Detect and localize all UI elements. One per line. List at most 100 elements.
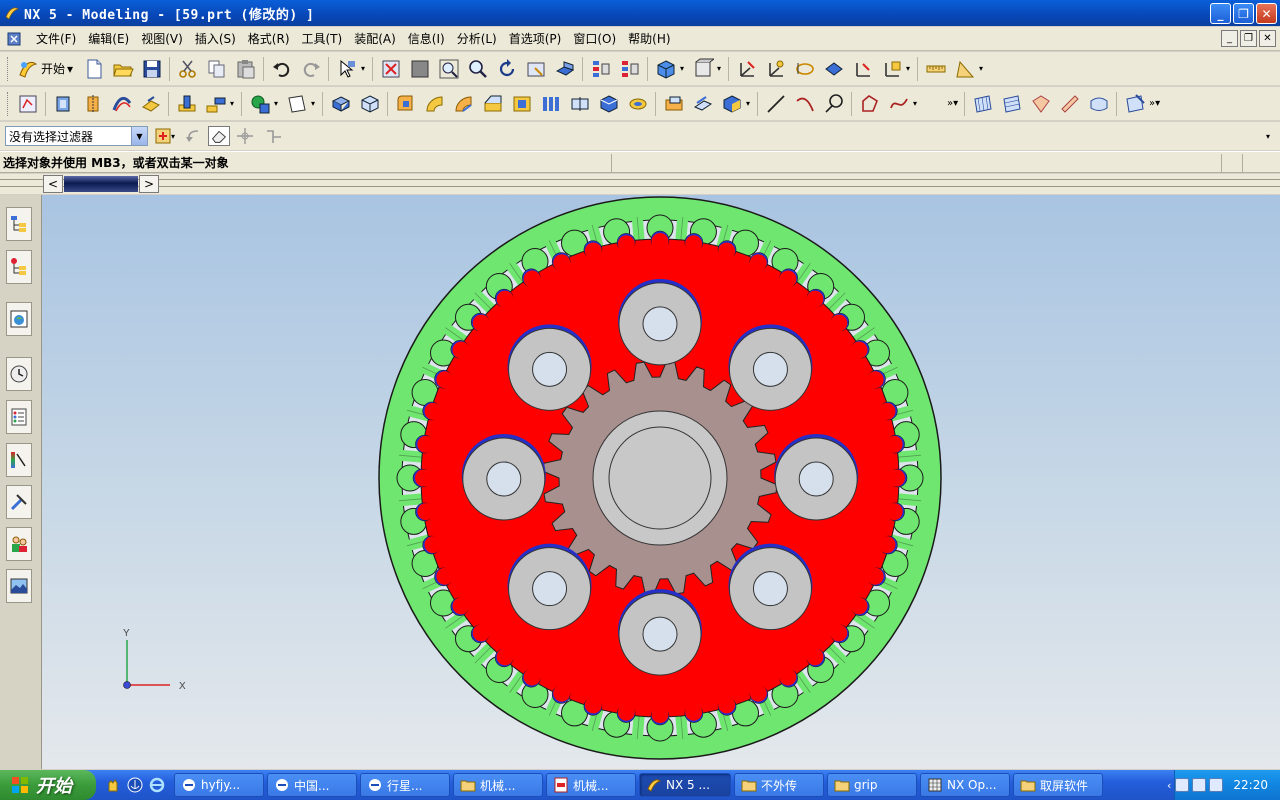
doc-restore-button[interactable]: ❐ xyxy=(1240,30,1257,47)
task-screen-capture[interactable]: 取屏软件 xyxy=(1013,773,1103,797)
part-navigator-tab[interactable] xyxy=(6,250,32,284)
task-buwaichuan[interactable]: 不外传 xyxy=(734,773,824,797)
instance-button[interactable] xyxy=(536,90,565,118)
chamfer-button[interactable] xyxy=(420,90,449,118)
selection-button[interactable] xyxy=(332,55,361,83)
save-button[interactable] xyxy=(137,55,166,83)
menu-tools[interactable]: 工具(T) xyxy=(296,30,349,47)
split-body-button[interactable] xyxy=(623,90,652,118)
task-hyfjy[interactable]: hyfjy... xyxy=(174,773,264,797)
reuse-library-tab[interactable] xyxy=(6,302,32,336)
windows-start-button[interactable]: 开始 xyxy=(0,770,96,800)
system-scenes-tab[interactable] xyxy=(6,569,32,603)
edge-blend-button[interactable] xyxy=(391,90,420,118)
type-filter-dropdown[interactable]: 没有选择过滤器 ▼ xyxy=(5,126,148,146)
layer-settings-button[interactable] xyxy=(586,55,615,83)
planetary-gear-model[interactable]: Y X xyxy=(42,195,1280,769)
open-button[interactable] xyxy=(108,55,137,83)
surface-2-button[interactable] xyxy=(997,90,1026,118)
snap-curve-button[interactable] xyxy=(259,122,288,150)
menu-edit[interactable]: 编辑(E) xyxy=(82,30,135,47)
extrude-button[interactable] xyxy=(49,90,78,118)
task-zhongguo[interactable]: 中国... xyxy=(267,773,357,797)
doc-close-button[interactable]: ✕ xyxy=(1259,30,1276,47)
menu-view[interactable]: 视图(V) xyxy=(135,30,189,47)
menu-analysis[interactable]: 分析(L) xyxy=(451,30,503,47)
sketch-button[interactable] xyxy=(13,90,42,118)
trim-body-button[interactable] xyxy=(594,90,623,118)
sweep-button[interactable] xyxy=(107,90,136,118)
graphics-window[interactable]: Y X xyxy=(42,195,1280,769)
start-menu-button[interactable]: 开始 ▾ xyxy=(13,55,79,83)
render-style-button[interactable] xyxy=(651,55,680,83)
surface-1-button[interactable] xyxy=(968,90,997,118)
shell-button[interactable] xyxy=(507,90,536,118)
measure-angle-button[interactable] xyxy=(950,55,979,83)
tray-volume-icon[interactable] xyxy=(1209,778,1224,792)
pan-button[interactable] xyxy=(521,55,550,83)
cut-button[interactable] xyxy=(173,55,202,83)
datum-plane-button[interactable] xyxy=(282,90,311,118)
emboss-button[interactable] xyxy=(659,90,688,118)
studio-spline-button[interactable] xyxy=(855,90,884,118)
rotate-button[interactable] xyxy=(492,55,521,83)
redo-button[interactable] xyxy=(296,55,325,83)
view-orientation-button[interactable] xyxy=(688,55,717,83)
wcs-display-button[interactable] xyxy=(848,55,877,83)
offset-region-button[interactable] xyxy=(688,90,717,118)
menu-information[interactable]: 信息(I) xyxy=(402,30,451,47)
quicklaunch-1[interactable] xyxy=(104,776,122,794)
scroll-right-button[interactable]: > xyxy=(139,175,159,193)
menu-insert[interactable]: 插入(S) xyxy=(189,30,242,47)
menu-window[interactable]: 窗口(O) xyxy=(567,30,622,47)
quicklaunch-3[interactable] xyxy=(148,776,166,794)
orient-view-button[interactable] xyxy=(550,55,579,83)
task-jixie-pdf[interactable]: 机械... xyxy=(546,773,636,797)
scroll-left-button[interactable]: < xyxy=(43,175,63,193)
menu-help[interactable]: 帮助(H) xyxy=(622,30,676,47)
thread-button[interactable] xyxy=(478,90,507,118)
wcs-orient-button[interactable] xyxy=(819,55,848,83)
wcs-dynamics-button[interactable] xyxy=(732,55,761,83)
task-nx-open[interactable]: NX Op... xyxy=(920,773,1010,797)
circle-button[interactable] xyxy=(819,90,848,118)
scroll-thumb[interactable] xyxy=(64,176,138,192)
process-studio-tab[interactable] xyxy=(6,485,32,519)
mirror-button[interactable] xyxy=(565,90,594,118)
wcs-save-button[interactable] xyxy=(877,55,906,83)
select-eraser-button[interactable] xyxy=(208,126,230,146)
unite-button[interactable] xyxy=(326,90,355,118)
zoom-button[interactable] xyxy=(434,55,463,83)
boss-button[interactable] xyxy=(201,90,230,118)
tray-network-icon[interactable] xyxy=(1175,778,1190,792)
line-button[interactable] xyxy=(761,90,790,118)
revolve-button[interactable] xyxy=(78,90,107,118)
history-tab[interactable] xyxy=(6,357,32,391)
task-jixie-folder[interactable]: 机械... xyxy=(453,773,543,797)
menu-file[interactable]: 文件(F) xyxy=(30,30,82,47)
arc-button[interactable] xyxy=(790,90,819,118)
draft-button[interactable] xyxy=(449,90,478,118)
snap-point-button[interactable] xyxy=(230,122,259,150)
restore-button[interactable]: ❐ xyxy=(1233,3,1254,24)
datum-button[interactable] xyxy=(245,90,274,118)
task-xingxing[interactable]: 行星... xyxy=(360,773,450,797)
minimize-button[interactable]: _ xyxy=(1210,3,1231,24)
select-undo-button[interactable] xyxy=(179,122,208,150)
palette-tab[interactable] xyxy=(6,443,32,477)
paste-button[interactable] xyxy=(231,55,260,83)
zoom-region-button[interactable] xyxy=(405,55,434,83)
surface-6-button[interactable] xyxy=(1120,90,1149,118)
offset-face-button[interactable] xyxy=(136,90,165,118)
zoom-in-out-button[interactable] xyxy=(463,55,492,83)
surface-4-button[interactable] xyxy=(1055,90,1084,118)
new-file-button[interactable] xyxy=(79,55,108,83)
roles-tab[interactable] xyxy=(6,527,32,561)
copy-button[interactable] xyxy=(202,55,231,83)
quicklaunch-2[interactable] xyxy=(126,776,144,794)
doc-minimize-button[interactable]: _ xyxy=(1221,30,1238,47)
layer-visible-button[interactable] xyxy=(615,55,644,83)
tray-display-icon[interactable] xyxy=(1192,778,1207,792)
undo-button[interactable] xyxy=(267,55,296,83)
fit-button[interactable] xyxy=(376,55,405,83)
